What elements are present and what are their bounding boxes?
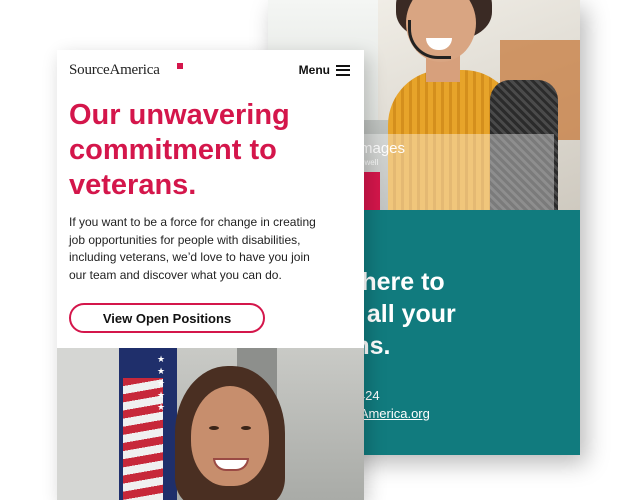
photo-person-eye (241, 426, 251, 430)
veteran-portrait-photo: ★ ★ ★ ★ ★ (57, 348, 364, 500)
hero-description-line: including veterans, we’d love to have yo… (69, 250, 310, 264)
star-icon: ★ ★ ★ ★ ★ (157, 355, 168, 413)
hero-title-line: commitment to (69, 134, 277, 166)
photo-person-eye (209, 426, 219, 430)
menu-label: Menu (298, 63, 330, 77)
site-header: SourceAmerica Menu (57, 50, 364, 90)
photo-caption-text: mages (360, 140, 406, 157)
careers-page-preview: SourceAmerica Menu Our unwavering commit… (57, 50, 364, 500)
hero-title-line: Our unwavering (69, 99, 290, 131)
hero-description-line: job opportunities for people with disabi… (69, 232, 301, 247)
logo-accent-square (177, 63, 183, 69)
menu-button[interactable]: Menu (299, 63, 350, 77)
hero-title: Our unwavering commitment to veterans. (69, 98, 359, 203)
photo-person-face (191, 386, 269, 486)
logo[interactable]: SourceAmerica (69, 62, 160, 79)
hero-description-line: our team and discover what you can do. (69, 267, 282, 282)
hero-description: If you want to be a force for change in … (69, 214, 354, 284)
hero-description-line: If you want to be a force for change in … (69, 215, 316, 229)
view-open-positions-button[interactable]: View Open Positions (69, 303, 265, 333)
hamburger-icon (336, 64, 350, 76)
hero-title-line: veterans. (69, 169, 197, 201)
